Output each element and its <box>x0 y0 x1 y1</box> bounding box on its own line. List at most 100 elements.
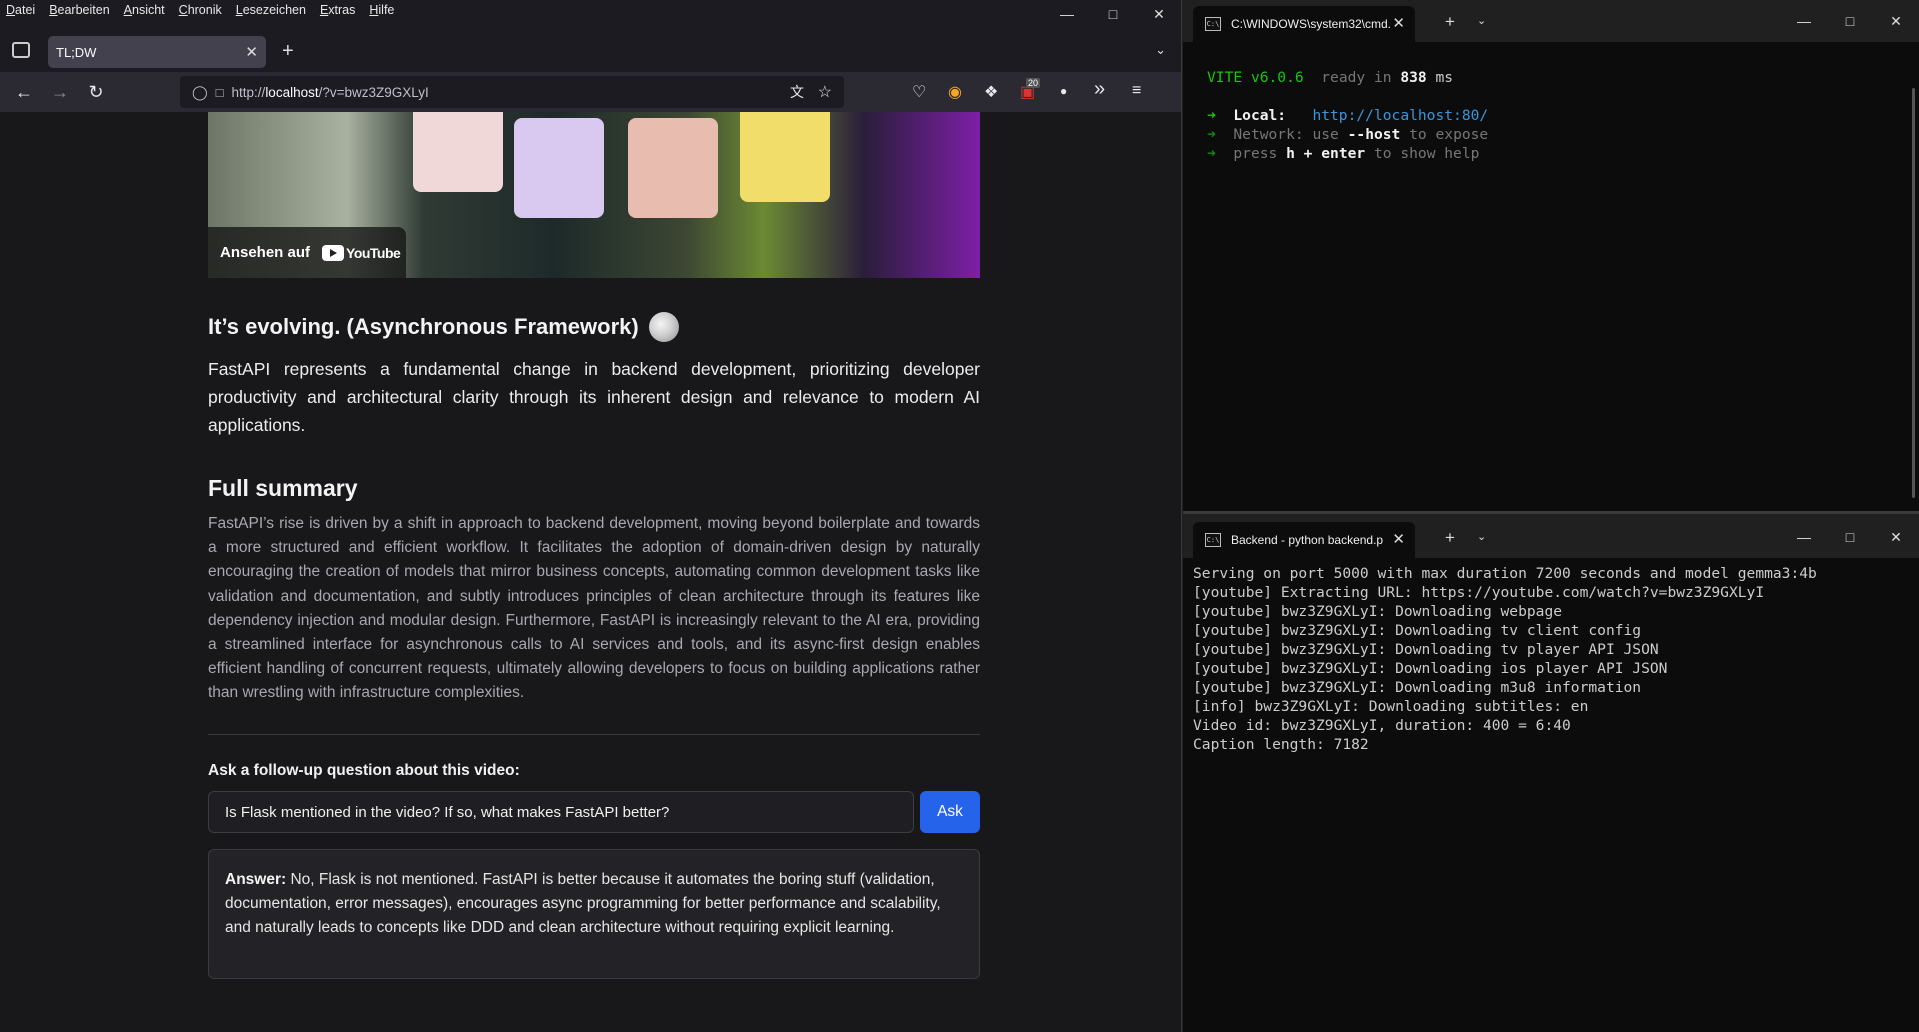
network-use: use <box>1312 126 1339 143</box>
youtube-logo-icon: YouTube <box>322 244 401 261</box>
thumbnail-tile <box>514 118 604 218</box>
page-viewport[interactable]: Ansehen auf YouTube It’s evolving. (Asyn… <box>0 112 1181 1032</box>
section-body: FastAPI represents a fundamental change … <box>208 359 980 435</box>
tab-title: TL;DW <box>56 44 97 60</box>
network-flag: --host <box>1347 126 1401 143</box>
ready-text: ready in <box>1321 69 1392 86</box>
bookmark-star-icon[interactable]: ☆ <box>818 82 832 102</box>
translate-icon[interactable]: 文 <box>790 82 804 102</box>
cmd-icon: C:\ <box>1205 17 1221 31</box>
minimize-icon[interactable]: — <box>1781 0 1827 42</box>
thumbnail-tile <box>628 118 718 218</box>
local-url[interactable]: http://localhost:80/ <box>1312 107 1488 124</box>
thumbnail-tile <box>740 112 830 202</box>
tab-overview-icon[interactable] <box>12 42 30 58</box>
menu-ansicht[interactable]: Ansicht <box>117 3 172 17</box>
forward-icon[interactable]: → <box>48 80 72 104</box>
video-thumbnail[interactable]: Ansehen auf YouTube <box>208 112 980 278</box>
back-icon[interactable]: ← <box>12 80 36 104</box>
press-rest: to show help <box>1373 145 1480 162</box>
console-line: [youtube] Extracting URL: https://youtub… <box>1193 584 1765 601</box>
maximize-icon[interactable]: □ <box>1090 0 1136 28</box>
maximize-icon[interactable]: □ <box>1827 516 1873 558</box>
chevron-down-icon[interactable]: ⌄ <box>1155 42 1166 58</box>
overflow-chevron-icon[interactable]: » <box>1094 78 1105 101</box>
scrollbar[interactable] <box>1912 88 1915 498</box>
console-line: [youtube] bwz3Z9GXLyI: Downloading tv pl… <box>1193 641 1659 658</box>
press-keys: h + enter <box>1286 145 1366 162</box>
console-line: [youtube] bwz3Z9GXLyI: Downloading tv cl… <box>1193 622 1642 639</box>
menu-hilfe[interactable]: Hilfe <box>362 3 401 17</box>
menu-chronik[interactable]: Chronik <box>172 3 229 17</box>
browser-window: Datei Bearbeiten Ansicht Chronik Lesezei… <box>0 0 1182 1032</box>
close-tab-icon[interactable]: ✕ <box>245 43 258 61</box>
new-tab-icon[interactable]: + <box>282 40 294 63</box>
menu-bearbeiten[interactable]: Bearbeiten <box>42 3 116 17</box>
minimize-icon[interactable]: — <box>1781 516 1827 558</box>
console-line: Serving on port 5000 with max duration 7… <box>1193 565 1817 582</box>
terminal-titlebar: C:\ C:\WINDOWS\system32\cmd. ✕ + ⌄ — □ ✕ <box>1183 0 1919 42</box>
console-line: [info] bwz3Z9GXLyI: Downloading subtitle… <box>1193 698 1589 715</box>
backend-output: Serving on port 5000 with max duration 7… <box>1193 564 1817 754</box>
ask-button[interactable]: Ask <box>920 791 980 833</box>
divider <box>208 734 980 735</box>
vite-name: VITE <box>1207 69 1243 86</box>
tab-strip: TL;DW ✕ + ⌄ <box>0 28 1181 72</box>
new-tab-icon[interactable]: + <box>1445 12 1455 32</box>
close-icon[interactable]: ✕ <box>1136 0 1181 28</box>
thumbnail-tile <box>413 112 503 192</box>
network-label: Network: <box>1233 126 1304 143</box>
chevron-down-icon[interactable]: ⌄ <box>1477 14 1486 27</box>
extensions-icon[interactable]: ❖ <box>984 82 998 102</box>
browser-window-controls: — □ ✕ <box>1044 0 1181 28</box>
terminal-tab-backend[interactable]: C:\ Backend - python backend.p ✕ <box>1193 522 1415 558</box>
maximize-icon[interactable]: □ <box>1827 0 1873 42</box>
local-label: Local: <box>1233 107 1287 124</box>
vite-version: v6.0.6 <box>1250 69 1304 86</box>
content-column: Ansehen auf YouTube It’s evolving. (Asyn… <box>208 112 980 979</box>
terminal-tab-title: C:\WINDOWS\system32\cmd. <box>1231 17 1392 31</box>
question-input[interactable] <box>208 791 914 833</box>
shield-icon[interactable]: ◯ <box>192 84 208 101</box>
summary-heading: Full summary <box>208 475 358 501</box>
page-icon: □ <box>215 84 224 100</box>
wikipedia-globe-icon[interactable] <box>648 312 679 342</box>
url-bar[interactable]: ◯ □ http://localhost/?v=bwz3Z9GXLyI 文 ☆ <box>180 76 844 108</box>
section-heading-text: It’s evolving. (Asynchronous Framework) <box>208 314 639 339</box>
terminal-tab-cmd[interactable]: C:\ C:\WINDOWS\system32\cmd. ✕ <box>1193 6 1415 42</box>
pocket-icon[interactable]: ♡ <box>912 82 926 102</box>
console-line: Video id: bwz3Z9GXLyI, duration: 400 = 6… <box>1193 717 1571 734</box>
press-label: press <box>1233 145 1278 162</box>
account-icon[interactable]: ◉ <box>948 82 962 102</box>
close-tab-icon[interactable]: ✕ <box>1392 14 1405 32</box>
hamburger-menu-icon[interactable]: ≡ <box>1132 82 1141 100</box>
terminal-tab-title: Backend - python backend.p <box>1231 533 1384 547</box>
reload-icon[interactable]: ↻ <box>84 80 108 104</box>
question-label: Ask a follow-up question about this vide… <box>208 762 520 779</box>
menu-bar: Datei Bearbeiten Ansicht Chronik Lesezei… <box>0 0 1181 20</box>
answer-label: Answer: <box>225 871 287 888</box>
watch-on-youtube-button[interactable]: Ansehen auf YouTube <box>208 227 406 278</box>
terminal-titlebar: C:\ Backend - python backend.p ✕ + ⌄ — □… <box>1183 516 1919 558</box>
chevron-down-icon[interactable]: ⌄ <box>1477 530 1486 543</box>
minimize-icon[interactable]: — <box>1044 0 1090 28</box>
answer-text: No, Flask is not mentioned. FastAPI is b… <box>225 871 941 936</box>
record-icon[interactable]: ● <box>1060 84 1067 98</box>
section-heading: It’s evolving. (Asynchronous Framework) <box>208 312 679 342</box>
console-line: Caption length: 7182 <box>1193 736 1369 753</box>
close-icon[interactable]: ✕ <box>1873 516 1919 558</box>
answer-box: Answer: No, Flask is not mentioned. Fast… <box>208 849 980 979</box>
menu-extras[interactable]: Extras <box>313 3 362 17</box>
terminal-window-controls: — □ ✕ <box>1781 516 1919 558</box>
tab-tldw[interactable]: TL;DW ✕ <box>48 36 266 68</box>
menu-lesezeichen[interactable]: Lesezeichen <box>229 3 313 17</box>
close-tab-icon[interactable]: ✕ <box>1392 530 1405 548</box>
ms-label: ms <box>1435 69 1454 86</box>
watch-on-label: Ansehen auf <box>220 244 311 261</box>
menu-datei[interactable]: Datei <box>0 3 42 17</box>
console-line: [youtube] bwz3Z9GXLyI: Downloading webpa… <box>1193 603 1563 620</box>
terminal-window-controls: — □ ✕ <box>1781 0 1919 42</box>
terminal-backend: C:\ Backend - python backend.p ✕ + ⌄ — □… <box>1183 516 1919 1032</box>
new-tab-icon[interactable]: + <box>1445 528 1455 548</box>
close-icon[interactable]: ✕ <box>1873 0 1919 42</box>
